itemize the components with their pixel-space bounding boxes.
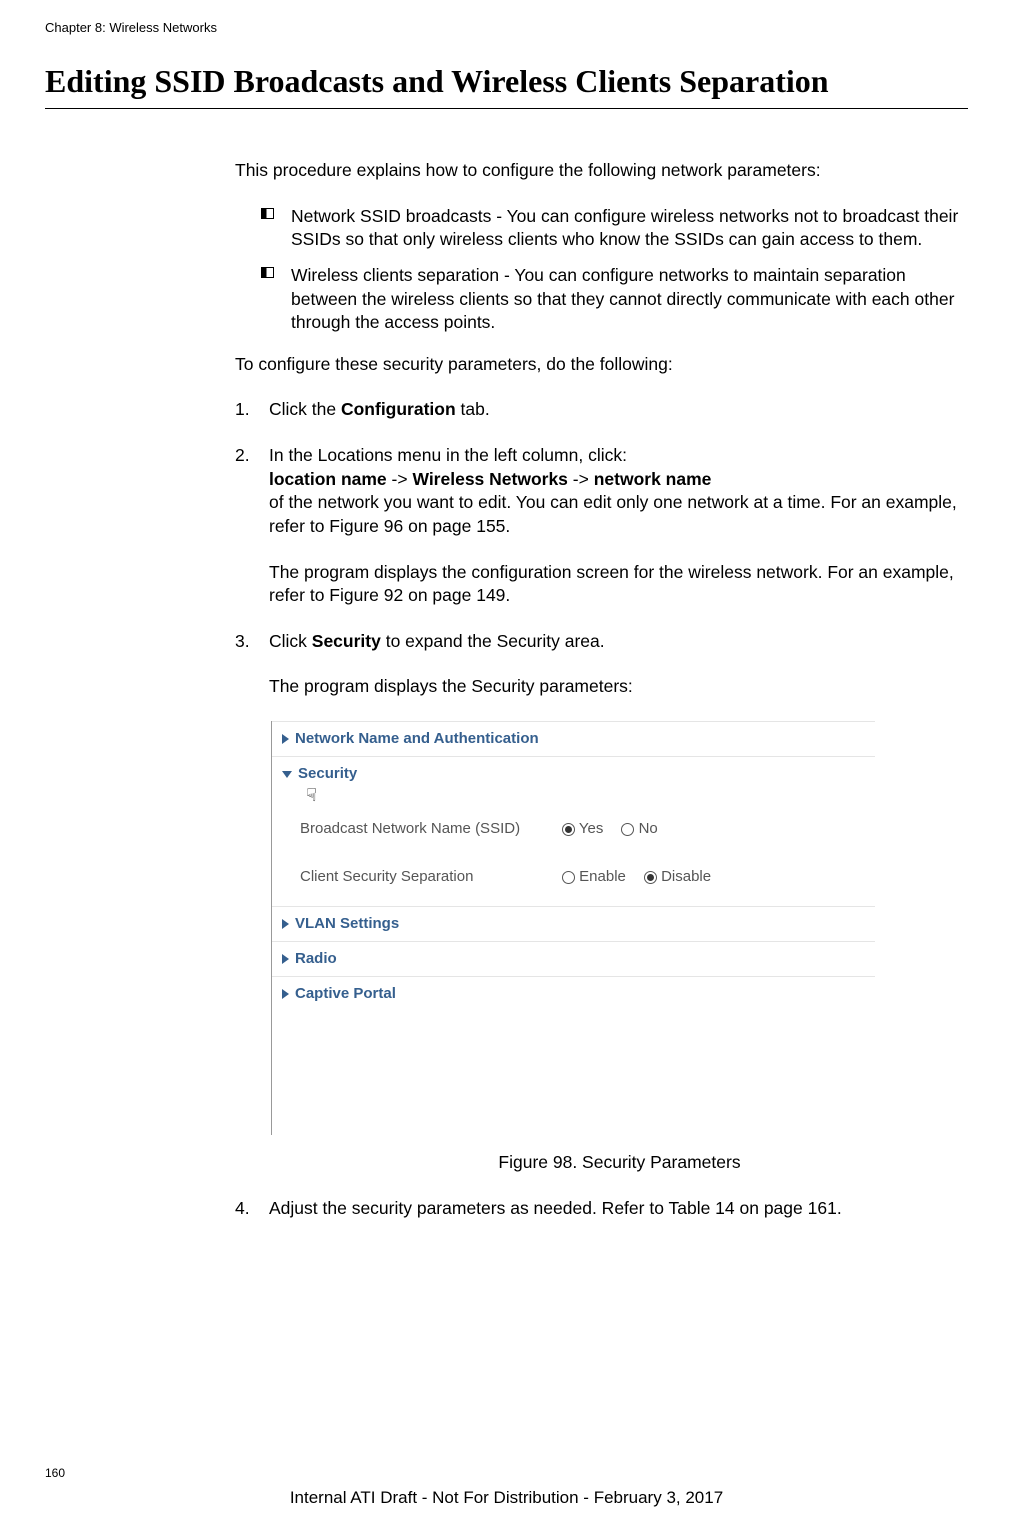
- section-title: Editing SSID Broadcasts and Wireless Cli…: [45, 63, 968, 109]
- step-text: tab.: [456, 399, 490, 419]
- step-text: Click: [269, 631, 312, 651]
- broadcast-ssid-row: Broadcast Network Name (SSID) Yes No: [272, 809, 875, 857]
- accordion-label: VLAN Settings: [295, 914, 399, 934]
- client-separation-row: Client Security Separation Enable Disabl…: [272, 857, 875, 906]
- accordion-security[interactable]: Security: [272, 757, 875, 784]
- accordion-captive-portal[interactable]: Captive Portal: [272, 977, 875, 1011]
- row-label: Broadcast Network Name (SSID): [282, 819, 562, 839]
- radio-no[interactable]: No: [621, 819, 657, 839]
- accordion-vlan[interactable]: VLAN Settings: [272, 907, 875, 942]
- content-area: This procedure explains how to configure…: [235, 159, 968, 1220]
- bullet-item: Network SSID broadcasts - You can config…: [235, 205, 968, 252]
- security-body: Broadcast Network Name (SSID) Yes No Cli…: [272, 809, 875, 907]
- chevron-right-icon: [282, 919, 289, 929]
- step-note: The program displays the Security parame…: [269, 675, 968, 699]
- step-bold: Security: [312, 631, 381, 651]
- bullet-icon: [261, 267, 274, 278]
- row-label: Client Security Separation: [282, 867, 562, 887]
- step-bold: Wireless Networks: [412, 469, 567, 489]
- pre-steps-paragraph: To configure these security parameters, …: [235, 353, 968, 377]
- radio-icon: [644, 871, 657, 884]
- radio-icon: [562, 871, 575, 884]
- bullet-text: Network SSID broadcasts - You can config…: [291, 206, 958, 250]
- step-number: 2.: [235, 444, 250, 468]
- step-bold: network name: [594, 469, 712, 489]
- bullet-list: Network SSID broadcasts - You can config…: [235, 205, 968, 335]
- radio-label: Disable: [661, 868, 711, 885]
- chevron-right-icon: [282, 734, 289, 744]
- hand-cursor-icon: ☟: [306, 785, 317, 805]
- accordion-network-name[interactable]: Network Name and Authentication: [272, 721, 875, 757]
- chevron-right-icon: [282, 989, 289, 999]
- accordion-label: Security: [298, 764, 357, 784]
- bullet-item: Wireless clients separation - You can co…: [235, 264, 968, 335]
- page-number: 160: [45, 1466, 65, 1480]
- bullet-text: Wireless clients separation - You can co…: [291, 265, 954, 332]
- chevron-right-icon: [282, 954, 289, 964]
- step-number: 1.: [235, 398, 250, 422]
- accordion-label: Radio: [295, 949, 337, 969]
- radio-yes[interactable]: Yes: [562, 819, 603, 839]
- radio-disable[interactable]: Disable: [644, 867, 711, 887]
- step-bold: Configuration: [341, 399, 456, 419]
- radio-icon: [621, 823, 634, 836]
- step-1: 1. Click the Configuration tab.: [235, 398, 968, 422]
- step-text: ->: [568, 469, 594, 489]
- radio-enable[interactable]: Enable: [562, 867, 626, 887]
- accordion-label: Network Name and Authentication: [295, 729, 539, 749]
- accordion-label: Captive Portal: [295, 984, 396, 1004]
- figure-caption: Figure 98. Security Parameters: [271, 1151, 968, 1175]
- radio-label: No: [639, 820, 658, 837]
- accordion-radio[interactable]: Radio: [272, 942, 875, 977]
- intro-paragraph: This procedure explains how to configure…: [235, 159, 968, 183]
- figure-screenshot: Network Name and Authentication Security…: [271, 721, 875, 1135]
- radio-icon: [562, 823, 575, 836]
- step-4: 4. Adjust the security parameters as nee…: [235, 1197, 968, 1221]
- step-number: 3.: [235, 630, 250, 654]
- step-text: ->: [387, 469, 413, 489]
- step-text: Adjust the security parameters as needed…: [269, 1198, 842, 1218]
- step-2: 2. In the Locations menu in the left col…: [235, 444, 968, 608]
- step-text: In the Locations menu in the left column…: [269, 445, 627, 465]
- step-note: The program displays the configuration s…: [269, 561, 968, 608]
- radio-label: Yes: [579, 820, 603, 837]
- bullet-icon: [261, 208, 274, 219]
- chapter-header: Chapter 8: Wireless Networks: [45, 0, 968, 63]
- step-text: of the network you want to edit. You can…: [269, 492, 957, 536]
- chevron-down-icon: [282, 771, 292, 778]
- radio-label: Enable: [579, 868, 626, 885]
- step-3: 3. Click Security to expand the Security…: [235, 630, 968, 699]
- step-number: 4.: [235, 1197, 250, 1221]
- step-bold: location name: [269, 469, 387, 489]
- step-text: Click the: [269, 399, 341, 419]
- step-text: to expand the Security area.: [381, 631, 605, 651]
- ordered-list: 1. Click the Configuration tab. 2. In th…: [235, 398, 968, 1220]
- footer-text: Internal ATI Draft - Not For Distributio…: [0, 1488, 1013, 1508]
- figure-wrap: Network Name and Authentication Security…: [271, 721, 968, 1175]
